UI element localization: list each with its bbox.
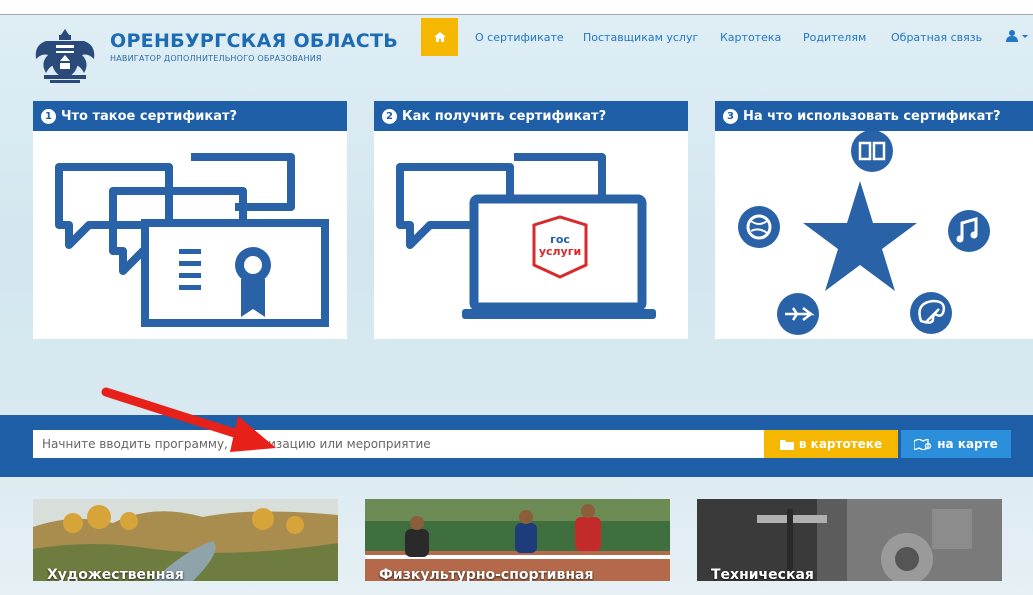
gos-text-bottom: услуги — [539, 245, 581, 258]
card-title: Как получить сертификат? — [402, 108, 607, 124]
certificate-illustration-icon — [55, 153, 329, 327]
category-label: Техническая — [711, 567, 814, 581]
nav-parents[interactable]: Родителям — [803, 31, 866, 44]
airplane-icon — [777, 293, 819, 335]
activities-illustration-icon — [738, 131, 990, 335]
card-how-to-use-certificate[interactable]: 3 На что использовать сертификат? — [715, 101, 1033, 339]
music-note-icon — [948, 210, 990, 252]
nav-feedback[interactable]: Обратная связь — [891, 31, 982, 44]
user-icon[interactable] — [1005, 28, 1029, 44]
category-label: Физкультурно-спортивная — [379, 567, 594, 581]
palette-icon — [910, 292, 952, 334]
catalog-button-label: в картотеке — [798, 437, 883, 451]
step-number: 1 — [41, 108, 56, 124]
nav-catalog[interactable]: Картотека — [720, 31, 781, 44]
volleyball-icon — [738, 206, 780, 248]
coat-of-arms-logo[interactable] — [32, 27, 98, 85]
site-subtitle: НАВИГАТОР ДОПОЛНИТЕЛЬНОГО ОБРАЗОВАНИЯ — [110, 54, 322, 63]
header: ОРЕНБУРГСКАЯ ОБЛАСТЬ НАВИГАТОР ДОПОЛНИТЕ… — [0, 14, 1033, 84]
card-header: 2 Как получить сертификат? — [374, 101, 688, 131]
step-number: 3 — [723, 108, 738, 124]
step-number: 2 — [382, 108, 397, 124]
site-title[interactable]: ОРЕНБУРГСКАЯ ОБЛАСТЬ — [110, 30, 398, 52]
card-how-to-get-certificate[interactable]: 2 Как получить сертификат? гос услуги — [374, 101, 688, 339]
book-icon — [851, 131, 893, 172]
card-what-is-certificate[interactable]: 1 Что такое сертификат? — [33, 101, 347, 339]
category-label: Художественная — [47, 567, 184, 581]
category-tile-technical[interactable]: Техническая — [697, 499, 1002, 581]
nav-providers[interactable]: Поставщикам услуг — [583, 31, 698, 44]
folder-icon — [779, 439, 794, 450]
nav-about-certificate[interactable]: О сертификате — [475, 31, 564, 44]
star-icon — [803, 181, 917, 291]
map-icon — [914, 438, 932, 450]
card-header: 3 На что использовать сертификат? — [715, 101, 1033, 131]
card-title: Что такое сертификат? — [61, 108, 238, 124]
red-arrow-annotation — [101, 387, 276, 452]
home-icon — [433, 32, 446, 42]
card-header: 1 Что такое сертификат? — [33, 101, 347, 131]
card-title: На что использовать сертификат? — [743, 108, 1001, 124]
home-button[interactable] — [421, 18, 458, 56]
map-button-label: на карте — [937, 437, 998, 451]
search-on-map-button[interactable]: на карте — [901, 430, 1011, 458]
category-tile-art[interactable]: Художественная — [33, 499, 338, 581]
search-in-catalog-button[interactable]: в картотеке — [764, 430, 898, 458]
category-tile-sport[interactable]: Физкультурно-спортивная — [365, 499, 670, 581]
laptop-illustration-icon: гос услуги — [396, 153, 656, 319]
